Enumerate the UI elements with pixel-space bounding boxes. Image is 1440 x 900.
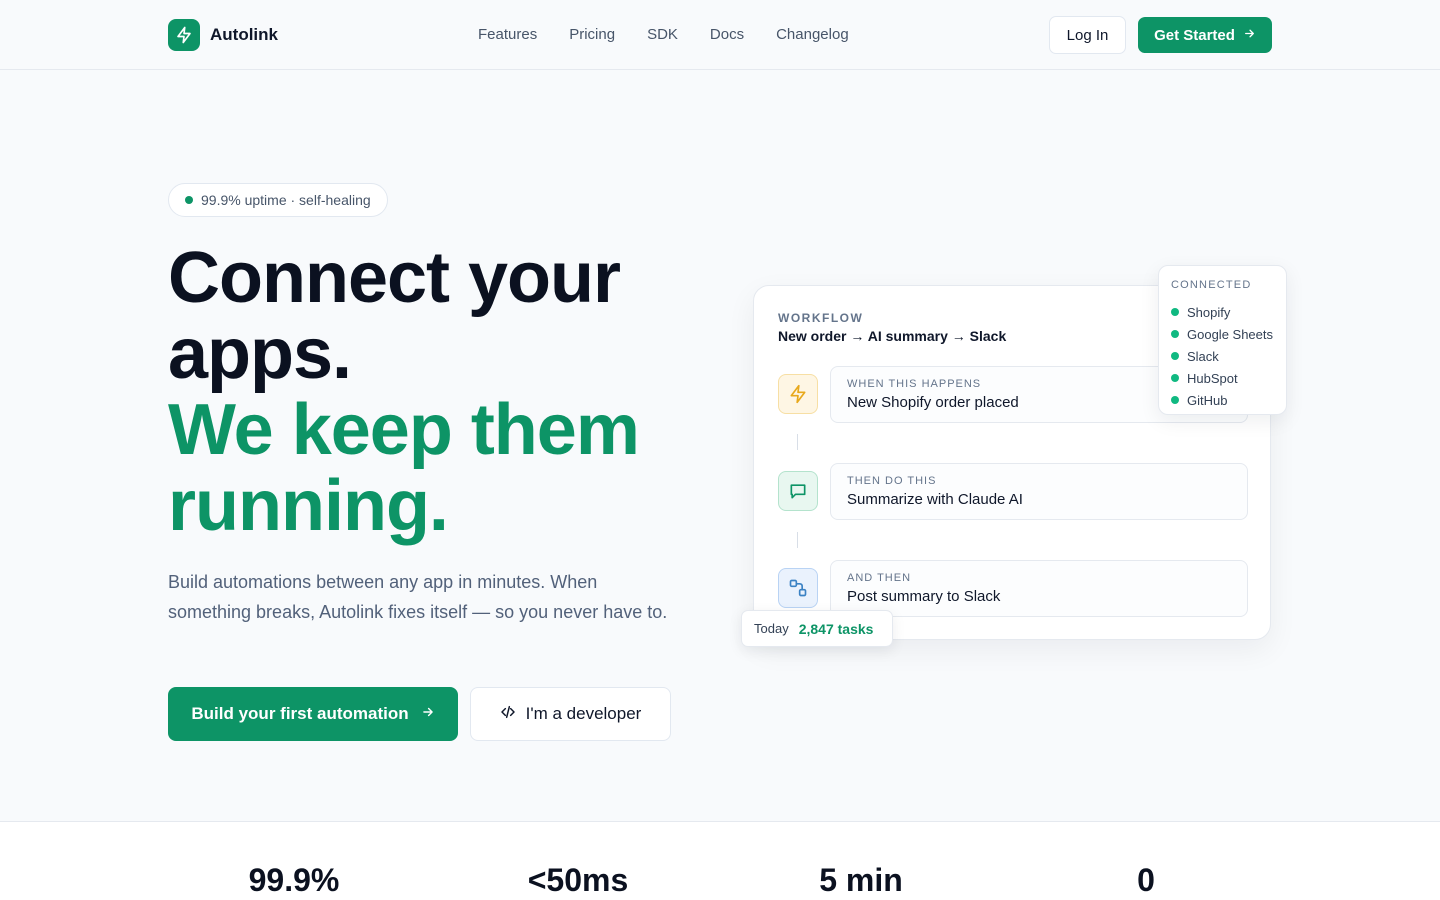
app-name: GitHub (1187, 392, 1228, 408)
app-name: HubSpot (1187, 370, 1238, 386)
status-dot-icon (1171, 374, 1179, 382)
today-tasks-badge: Today 2,847 tasks (741, 610, 893, 647)
step-text: Post summary to Slack (847, 588, 1001, 605)
status-dot-icon (1171, 308, 1179, 316)
step-connector (797, 434, 798, 450)
connected-apps-card: CONNECTED Shopify Google Sheets Slack Hu… (1158, 265, 1287, 415)
workflow-title: New order → AI summary → Slack (778, 328, 1007, 344)
status-dot-icon (185, 196, 193, 204)
nav-link-changelog[interactable]: Changelog (776, 26, 849, 43)
list-item: Slack (1171, 345, 1273, 367)
app-name: Google Sheets (1187, 326, 1274, 342)
list-item: GitHub (1171, 389, 1273, 411)
connected-label: CONNECTED (1171, 279, 1252, 291)
uptime-pill-text: 99.9% uptime · self-healing (201, 192, 371, 208)
nav-link-features[interactable]: Features (478, 26, 537, 43)
developer-button[interactable]: I'm a developer (470, 687, 671, 741)
build-automation-button[interactable]: Build your first automation (168, 687, 458, 741)
brand-name: Autolink (210, 25, 278, 44)
arrow-right-icon (1243, 27, 1256, 44)
stat-setup-time: 5 min (819, 862, 903, 898)
nav-link-sdk[interactable]: SDK (647, 26, 678, 43)
uptime-pill: 99.9% uptime · self-healing (168, 183, 388, 217)
status-dot-icon (1171, 396, 1179, 404)
chat-bubble-icon (778, 471, 818, 511)
connected-apps-list: Shopify Google Sheets Slack HubSpot GitH… (1171, 301, 1273, 411)
workflow-step-action[interactable]: THEN DO THIS Summarize with Claude AI (830, 463, 1248, 520)
developer-label: I'm a developer (525, 704, 642, 723)
status-dot-icon (1171, 330, 1179, 338)
headline-line-2: apps. (168, 314, 352, 394)
step-text: New Shopify order placed (847, 394, 1019, 411)
headline-line-3: We keep them (168, 390, 640, 470)
nav-link-docs[interactable]: Docs (710, 26, 744, 43)
step-connector (797, 532, 798, 548)
code-icon (500, 704, 516, 725)
stats-bar: 99.9% <50ms 5 min 0 (0, 821, 1440, 900)
app-name: Slack (1187, 348, 1219, 364)
today-label: Today (754, 621, 789, 636)
lightning-logo-icon (168, 19, 200, 51)
step-text: Summarize with Claude AI (847, 491, 1023, 508)
today-tasks-value: 2,847 tasks (798, 620, 874, 637)
get-started-label: Get Started (1154, 26, 1235, 44)
step-kicker: WHEN THIS HAPPENS (847, 378, 982, 390)
hero-subtext: Build automations between any app in min… (168, 572, 668, 622)
hero-headline: Connect your apps. We keep them running. (168, 240, 728, 544)
stat-zero: 0 (1137, 862, 1155, 898)
headline-line-1: Connect your (168, 238, 621, 318)
step-kicker: THEN DO THIS (847, 475, 937, 487)
link-nodes-icon (778, 568, 818, 608)
list-item: Google Sheets (1171, 323, 1273, 345)
get-started-button[interactable]: Get Started (1138, 17, 1272, 53)
login-button[interactable]: Log In (1049, 16, 1126, 54)
workflow-step-final[interactable]: AND THEN Post summary to Slack (830, 560, 1248, 617)
arrow-right-icon (421, 704, 435, 724)
brand-link[interactable]: Autolink (168, 19, 278, 51)
build-automation-label: Build your first automation (191, 704, 409, 723)
stat-uptime: 99.9% (248, 862, 340, 898)
nav-link-pricing[interactable]: Pricing (569, 26, 615, 43)
status-dot-icon (1171, 352, 1179, 360)
stat-latency: <50ms (527, 862, 629, 898)
workflow-label: WORKFLOW (778, 311, 864, 325)
list-item: HubSpot (1171, 367, 1273, 389)
list-item: Shopify (1171, 301, 1273, 323)
headline-line-4: running. (168, 466, 449, 546)
nav-links: Features Pricing SDK Docs Changelog (478, 26, 849, 43)
top-nav: Autolink Features Pricing SDK Docs Chang… (0, 0, 1440, 70)
lightning-icon (778, 374, 818, 414)
step-kicker: AND THEN (847, 572, 912, 584)
app-name: Shopify (1187, 304, 1231, 320)
